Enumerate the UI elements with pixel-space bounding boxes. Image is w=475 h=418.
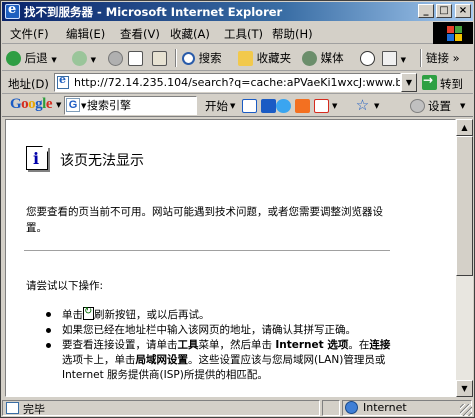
- chevron-down-icon[interactable]: ▼: [374, 102, 379, 110]
- gmail-icon[interactable]: [314, 99, 329, 113]
- status-main-panel: 完毕: [2, 400, 320, 416]
- chevron-down-icon[interactable]: ▼: [332, 102, 337, 110]
- menu-bar: 文件(F) 编辑(E) 查看(V) 收藏(A) 工具(T) 帮助(H): [2, 22, 473, 44]
- page-icon: [57, 73, 69, 89]
- links-label: 链接: [426, 51, 449, 65]
- search-label: 搜索: [198, 51, 222, 65]
- globe-icon: [345, 401, 358, 414]
- close-button[interactable]: ×: [455, 4, 471, 18]
- search-button[interactable]: 搜索: [182, 48, 222, 68]
- google-logo[interactable]: Google: [10, 96, 53, 113]
- minimize-button[interactable]: _: [418, 4, 434, 18]
- google-search-icon: G: [66, 98, 80, 112]
- star-bookmark-icon[interactable]: ☆: [355, 98, 370, 113]
- google-logo-letter: G: [10, 96, 22, 112]
- status-bar: 完毕 Internet: [2, 399, 473, 417]
- address-input[interactable]: http://72.14.235.104/search?q=cache:aPVa…: [54, 73, 401, 92]
- forward-arrow-icon: [72, 51, 87, 66]
- page-content: i 该页无法显示 您要查看的页当前不可用。网站可能遇到技术问题，或者您需要调整浏…: [5, 119, 456, 397]
- back-button[interactable]: 后退 ▼: [6, 48, 57, 68]
- ie-window: 找不到服务器 - Microsoft Internet Explorer _ □…: [0, 0, 475, 418]
- refresh-icon: [128, 51, 143, 66]
- blocker-icon[interactable]: [276, 99, 291, 113]
- menu-tools[interactable]: 工具(T): [224, 26, 263, 42]
- try-heading: 请尝试以下操作:: [26, 280, 104, 292]
- settings-gear-icon[interactable]: [410, 99, 425, 113]
- go-arrow-icon[interactable]: [422, 73, 437, 90]
- status-panel: [322, 400, 340, 416]
- chevron-down-icon[interactable]: ▼: [460, 102, 465, 110]
- status-zone-panel: Internet: [342, 400, 472, 416]
- windows-logo-icon: [433, 22, 473, 44]
- list-item: 要查看连接设置，请单击工具菜单，然后单击 Internet 选项。在连接选项卡上…: [46, 338, 391, 383]
- chevron-more-icon: »: [452, 51, 460, 65]
- mail-icon: [382, 51, 397, 66]
- info-icon: i: [26, 146, 48, 170]
- favorites-button[interactable]: 收藏夹: [238, 48, 291, 68]
- address-bar: 地址(D) http://72.14.235.104/search?q=cach…: [2, 72, 473, 94]
- status-text: 完毕: [23, 403, 45, 416]
- divider: [24, 250, 390, 252]
- blogger-icon[interactable]: [295, 99, 310, 113]
- scroll-down-button[interactable]: ▼: [456, 380, 473, 397]
- favorites-label: 收藏夹: [256, 51, 292, 65]
- stop-button[interactable]: [108, 48, 123, 68]
- address-label: 地址(D): [8, 77, 49, 91]
- list-item: 如果您已经在地址栏中输入该网页的地址，请确认其拼写正确。: [46, 323, 391, 338]
- media-button[interactable]: 媒体: [302, 48, 344, 68]
- go-button[interactable]: 转到: [440, 76, 463, 92]
- menu-favorites[interactable]: 收藏(A): [170, 26, 210, 42]
- refresh-icon: [83, 304, 94, 320]
- maximize-button[interactable]: □: [436, 4, 452, 18]
- media-icon: [302, 51, 317, 66]
- page-heading: 该页无法显示: [60, 153, 144, 169]
- error-description: 您要查看的页当前不可用。网站可能遇到技术问题，或者您需要调整浏览器设置。: [26, 206, 383, 234]
- news-icon[interactable]: [261, 99, 276, 113]
- vertical-scrollbar[interactable]: ▲ ▼: [456, 119, 473, 397]
- menu-file[interactable]: 文件(F): [10, 26, 49, 42]
- address-dropdown-button[interactable]: ▼: [401, 73, 417, 92]
- google-search-button[interactable]: 开始: [205, 98, 228, 114]
- list-item: 单击刷新按钮，或以后再试。: [46, 304, 391, 323]
- chevron-down-icon[interactable]: ▼: [81, 102, 86, 110]
- back-arrow-icon: [6, 51, 21, 66]
- google-toolbar: Google ▼ G ▼ 搜索引擎 开始 ▼ ▼ ☆ ▼ 设置 ▼: [2, 95, 473, 117]
- paw-icon[interactable]: [242, 99, 257, 113]
- settings-button[interactable]: 设置: [428, 98, 451, 114]
- scroll-up-button[interactable]: ▲: [456, 119, 473, 136]
- resize-grip[interactable]: [460, 404, 472, 416]
- google-logo-letter: e: [45, 96, 53, 112]
- page-done-icon: [6, 402, 19, 414]
- chevron-down-icon[interactable]: ▼: [56, 101, 61, 109]
- home-button[interactable]: [152, 48, 167, 68]
- home-icon: [152, 51, 167, 66]
- toolbar-separator: [175, 49, 177, 67]
- toolbar-separator: [420, 49, 422, 67]
- media-label: 媒体: [320, 51, 344, 65]
- history-button[interactable]: [360, 48, 375, 68]
- window-title: 找不到服务器 - Microsoft Internet Explorer: [24, 5, 283, 19]
- back-label: 后退: [24, 51, 48, 65]
- ie-logo-icon: [5, 2, 20, 19]
- refresh-button[interactable]: [128, 48, 143, 68]
- standard-toolbar: 后退 ▼ ▼ 搜索 收藏夹 媒体 ▼ 链接 »: [2, 45, 473, 71]
- suggestion-list: 单击刷新按钮，或以后再试。 如果您已经在地址栏中输入该网页的地址，请确认其拼写正…: [46, 304, 391, 383]
- menu-help[interactable]: 帮助(H): [272, 26, 313, 42]
- chevron-down-icon[interactable]: ▼: [230, 102, 235, 110]
- search-icon: [182, 52, 195, 65]
- scroll-thumb[interactable]: [456, 136, 473, 276]
- zone-text: Internet: [363, 401, 407, 414]
- stop-icon: [108, 51, 123, 66]
- mail-button[interactable]: ▼: [382, 48, 406, 68]
- menu-view[interactable]: 查看(V): [120, 26, 160, 42]
- menu-edit[interactable]: 编辑(E): [66, 26, 105, 42]
- history-icon: [360, 51, 375, 66]
- title-bar: 找不到服务器 - Microsoft Internet Explorer _ □…: [2, 2, 473, 21]
- forward-button[interactable]: ▼: [72, 48, 96, 68]
- favorites-star-icon: [238, 51, 253, 66]
- links-button[interactable]: 链接 »: [426, 48, 460, 68]
